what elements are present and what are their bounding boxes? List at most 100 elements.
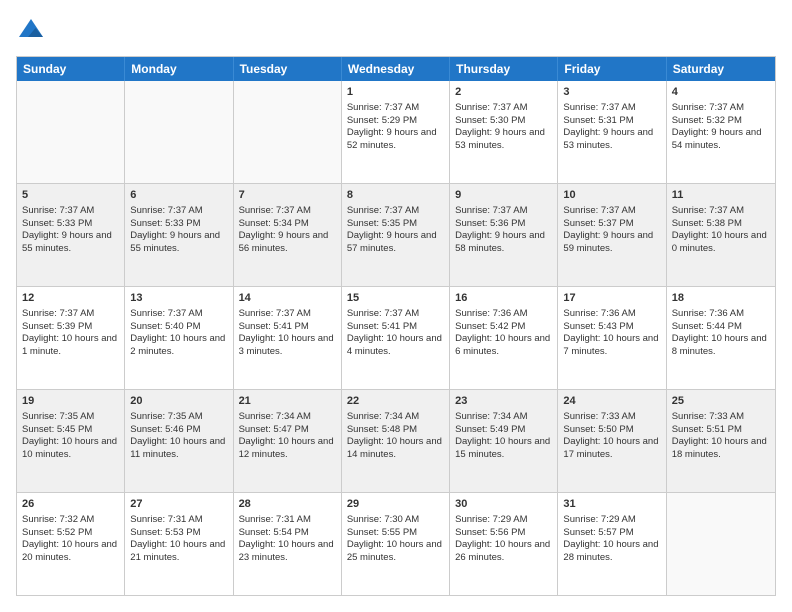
day-cell-30: 30 Sunrise: 7:29 AM Sunset: 5:56 PM Dayli… bbox=[450, 493, 558, 595]
day-cell-11: 11 Sunrise: 7:37 AM Sunset: 5:38 PM Dayli… bbox=[667, 184, 775, 286]
day-number: 3 bbox=[563, 85, 660, 100]
day-number: 19 bbox=[22, 394, 119, 409]
day-info: Sunrise: 7:37 AM Sunset: 5:37 PM Dayligh… bbox=[563, 205, 653, 254]
day-number: 15 bbox=[347, 291, 444, 306]
day-info: Sunrise: 7:29 AM Sunset: 5:56 PM Dayligh… bbox=[455, 514, 550, 563]
page: SundayMondayTuesdayWednesdayThursdayFrid… bbox=[0, 0, 792, 612]
calendar-body: 1Sunrise: 7:37 AM Sunset: 5:29 PM Daylig… bbox=[17, 81, 775, 595]
day-cell-15: 15 Sunrise: 7:37 AM Sunset: 5:41 PM Dayli… bbox=[342, 287, 450, 389]
day-cell-8: 8 Sunrise: 7:37 AM Sunset: 5:35 PM Daylig… bbox=[342, 184, 450, 286]
day-number: 26 bbox=[22, 497, 119, 512]
day-info: Sunrise: 7:36 AM Sunset: 5:42 PM Dayligh… bbox=[455, 308, 550, 357]
day-cell-9: 9 Sunrise: 7:37 AM Sunset: 5:36 PM Daylig… bbox=[450, 184, 558, 286]
day-number: 4 bbox=[672, 85, 770, 100]
empty-cell bbox=[125, 81, 233, 183]
day-number: 24 bbox=[563, 394, 660, 409]
day-cell-31: 31Sunrise: 7:29 AM Sunset: 5:57 PM Dayli… bbox=[558, 493, 666, 595]
calendar-week-4: 26Sunrise: 7:32 AM Sunset: 5:52 PM Dayli… bbox=[17, 492, 775, 595]
day-info: Sunrise: 7:35 AM Sunset: 5:45 PM Dayligh… bbox=[22, 411, 117, 460]
day-info: Sunrise: 7:37 AM Sunset: 5:41 PM Dayligh… bbox=[239, 308, 334, 357]
day-cell-18: 18 Sunrise: 7:36 AM Sunset: 5:44 PM Dayli… bbox=[667, 287, 775, 389]
day-cell-23: 23 Sunrise: 7:34 AM Sunset: 5:49 PM Dayli… bbox=[450, 390, 558, 492]
day-info: Sunrise: 7:36 AM Sunset: 5:44 PM Dayligh… bbox=[672, 308, 767, 357]
day-cell-25: 25 Sunrise: 7:33 AM Sunset: 5:51 PM Dayli… bbox=[667, 390, 775, 492]
day-number: 25 bbox=[672, 394, 770, 409]
day-number: 10 bbox=[563, 188, 660, 203]
day-info: Sunrise: 7:35 AM Sunset: 5:46 PM Dayligh… bbox=[130, 411, 225, 460]
calendar: SundayMondayTuesdayWednesdayThursdayFrid… bbox=[16, 56, 776, 596]
header-day-saturday: Saturday bbox=[667, 57, 775, 81]
day-cell-17: 17 Sunrise: 7:36 AM Sunset: 5:43 PM Dayli… bbox=[558, 287, 666, 389]
day-cell-27: 27 Sunrise: 7:31 AM Sunset: 5:53 PM Dayli… bbox=[125, 493, 233, 595]
day-number: 23 bbox=[455, 394, 552, 409]
day-cell-7: 7Sunrise: 7:37 AM Sunset: 5:34 PM Daylig… bbox=[234, 184, 342, 286]
header-day-tuesday: Tuesday bbox=[234, 57, 342, 81]
day-info: Sunrise: 7:37 AM Sunset: 5:40 PM Dayligh… bbox=[130, 308, 225, 357]
day-cell-19: 19 Sunrise: 7:35 AM Sunset: 5:45 PM Dayli… bbox=[17, 390, 125, 492]
logo bbox=[16, 16, 50, 46]
day-info: Sunrise: 7:33 AM Sunset: 5:50 PM Dayligh… bbox=[563, 411, 658, 460]
day-number: 22 bbox=[347, 394, 444, 409]
calendar-week-3: 19 Sunrise: 7:35 AM Sunset: 5:45 PM Dayli… bbox=[17, 389, 775, 492]
day-cell-4: 4 Sunrise: 7:37 AM Sunset: 5:32 PM Daylig… bbox=[667, 81, 775, 183]
day-info: Sunrise: 7:37 AM Sunset: 5:32 PM Dayligh… bbox=[672, 102, 762, 151]
day-info: Sunrise: 7:37 AM Sunset: 5:38 PM Dayligh… bbox=[672, 205, 767, 254]
day-number: 20 bbox=[130, 394, 227, 409]
day-cell-14: 14 Sunrise: 7:37 AM Sunset: 5:41 PM Dayli… bbox=[234, 287, 342, 389]
header-day-friday: Friday bbox=[558, 57, 666, 81]
day-cell-6: 6 Sunrise: 7:37 AM Sunset: 5:33 PM Daylig… bbox=[125, 184, 233, 286]
day-number: 12 bbox=[22, 291, 119, 306]
empty-cell bbox=[17, 81, 125, 183]
day-cell-21: 21 Sunrise: 7:34 AM Sunset: 5:47 PM Dayli… bbox=[234, 390, 342, 492]
calendar-week-2: 12 Sunrise: 7:37 AM Sunset: 5:39 PM Dayli… bbox=[17, 286, 775, 389]
header bbox=[16, 16, 776, 46]
day-info: Sunrise: 7:37 AM Sunset: 5:36 PM Dayligh… bbox=[455, 205, 545, 254]
day-cell-24: 24 Sunrise: 7:33 AM Sunset: 5:50 PM Dayli… bbox=[558, 390, 666, 492]
day-info: Sunrise: 7:37 AM Sunset: 5:39 PM Dayligh… bbox=[22, 308, 117, 357]
day-number: 1 bbox=[347, 85, 444, 100]
day-info: Sunrise: 7:36 AM Sunset: 5:43 PM Dayligh… bbox=[563, 308, 658, 357]
day-info: Sunrise: 7:37 AM Sunset: 5:31 PM Dayligh… bbox=[563, 102, 653, 151]
day-number: 16 bbox=[455, 291, 552, 306]
empty-cell bbox=[667, 493, 775, 595]
day-number: 31 bbox=[563, 497, 660, 512]
logo-icon bbox=[16, 16, 46, 46]
day-cell-5: 5Sunrise: 7:37 AM Sunset: 5:33 PM Daylig… bbox=[17, 184, 125, 286]
day-number: 30 bbox=[455, 497, 552, 512]
day-info: Sunrise: 7:37 AM Sunset: 5:35 PM Dayligh… bbox=[347, 205, 437, 254]
day-cell-16: 16 Sunrise: 7:36 AM Sunset: 5:42 PM Dayli… bbox=[450, 287, 558, 389]
day-cell-12: 12 Sunrise: 7:37 AM Sunset: 5:39 PM Dayli… bbox=[17, 287, 125, 389]
day-info: Sunrise: 7:34 AM Sunset: 5:48 PM Dayligh… bbox=[347, 411, 442, 460]
day-info: Sunrise: 7:31 AM Sunset: 5:53 PM Dayligh… bbox=[130, 514, 225, 563]
day-cell-29: 29Sunrise: 7:30 AM Sunset: 5:55 PM Dayli… bbox=[342, 493, 450, 595]
day-number: 11 bbox=[672, 188, 770, 203]
day-number: 14 bbox=[239, 291, 336, 306]
day-number: 21 bbox=[239, 394, 336, 409]
day-cell-10: 10 Sunrise: 7:37 AM Sunset: 5:37 PM Dayli… bbox=[558, 184, 666, 286]
day-cell-3: 3 Sunrise: 7:37 AM Sunset: 5:31 PM Daylig… bbox=[558, 81, 666, 183]
day-info: Sunrise: 7:34 AM Sunset: 5:47 PM Dayligh… bbox=[239, 411, 334, 460]
empty-cell bbox=[234, 81, 342, 183]
day-info: Sunrise: 7:37 AM Sunset: 5:33 PM Dayligh… bbox=[130, 205, 220, 254]
day-number: 9 bbox=[455, 188, 552, 203]
day-number: 27 bbox=[130, 497, 227, 512]
day-number: 2 bbox=[455, 85, 552, 100]
day-info: Sunrise: 7:37 AM Sunset: 5:30 PM Dayligh… bbox=[455, 102, 545, 151]
day-cell-20: 20 Sunrise: 7:35 AM Sunset: 5:46 PM Dayli… bbox=[125, 390, 233, 492]
day-info: Sunrise: 7:37 AM Sunset: 5:41 PM Dayligh… bbox=[347, 308, 442, 357]
calendar-week-0: 1Sunrise: 7:37 AM Sunset: 5:29 PM Daylig… bbox=[17, 81, 775, 183]
day-cell-2: 2 Sunrise: 7:37 AM Sunset: 5:30 PM Daylig… bbox=[450, 81, 558, 183]
day-cell-26: 26Sunrise: 7:32 AM Sunset: 5:52 PM Dayli… bbox=[17, 493, 125, 595]
day-number: 17 bbox=[563, 291, 660, 306]
day-info: Sunrise: 7:30 AM Sunset: 5:55 PM Dayligh… bbox=[347, 514, 442, 563]
day-number: 18 bbox=[672, 291, 770, 306]
day-number: 8 bbox=[347, 188, 444, 203]
day-info: Sunrise: 7:33 AM Sunset: 5:51 PM Dayligh… bbox=[672, 411, 767, 460]
header-day-monday: Monday bbox=[125, 57, 233, 81]
day-cell-13: 13Sunrise: 7:37 AM Sunset: 5:40 PM Dayli… bbox=[125, 287, 233, 389]
day-cell-28: 28Sunrise: 7:31 AM Sunset: 5:54 PM Dayli… bbox=[234, 493, 342, 595]
day-info: Sunrise: 7:34 AM Sunset: 5:49 PM Dayligh… bbox=[455, 411, 550, 460]
day-number: 28 bbox=[239, 497, 336, 512]
day-number: 6 bbox=[130, 188, 227, 203]
day-cell-1: 1Sunrise: 7:37 AM Sunset: 5:29 PM Daylig… bbox=[342, 81, 450, 183]
